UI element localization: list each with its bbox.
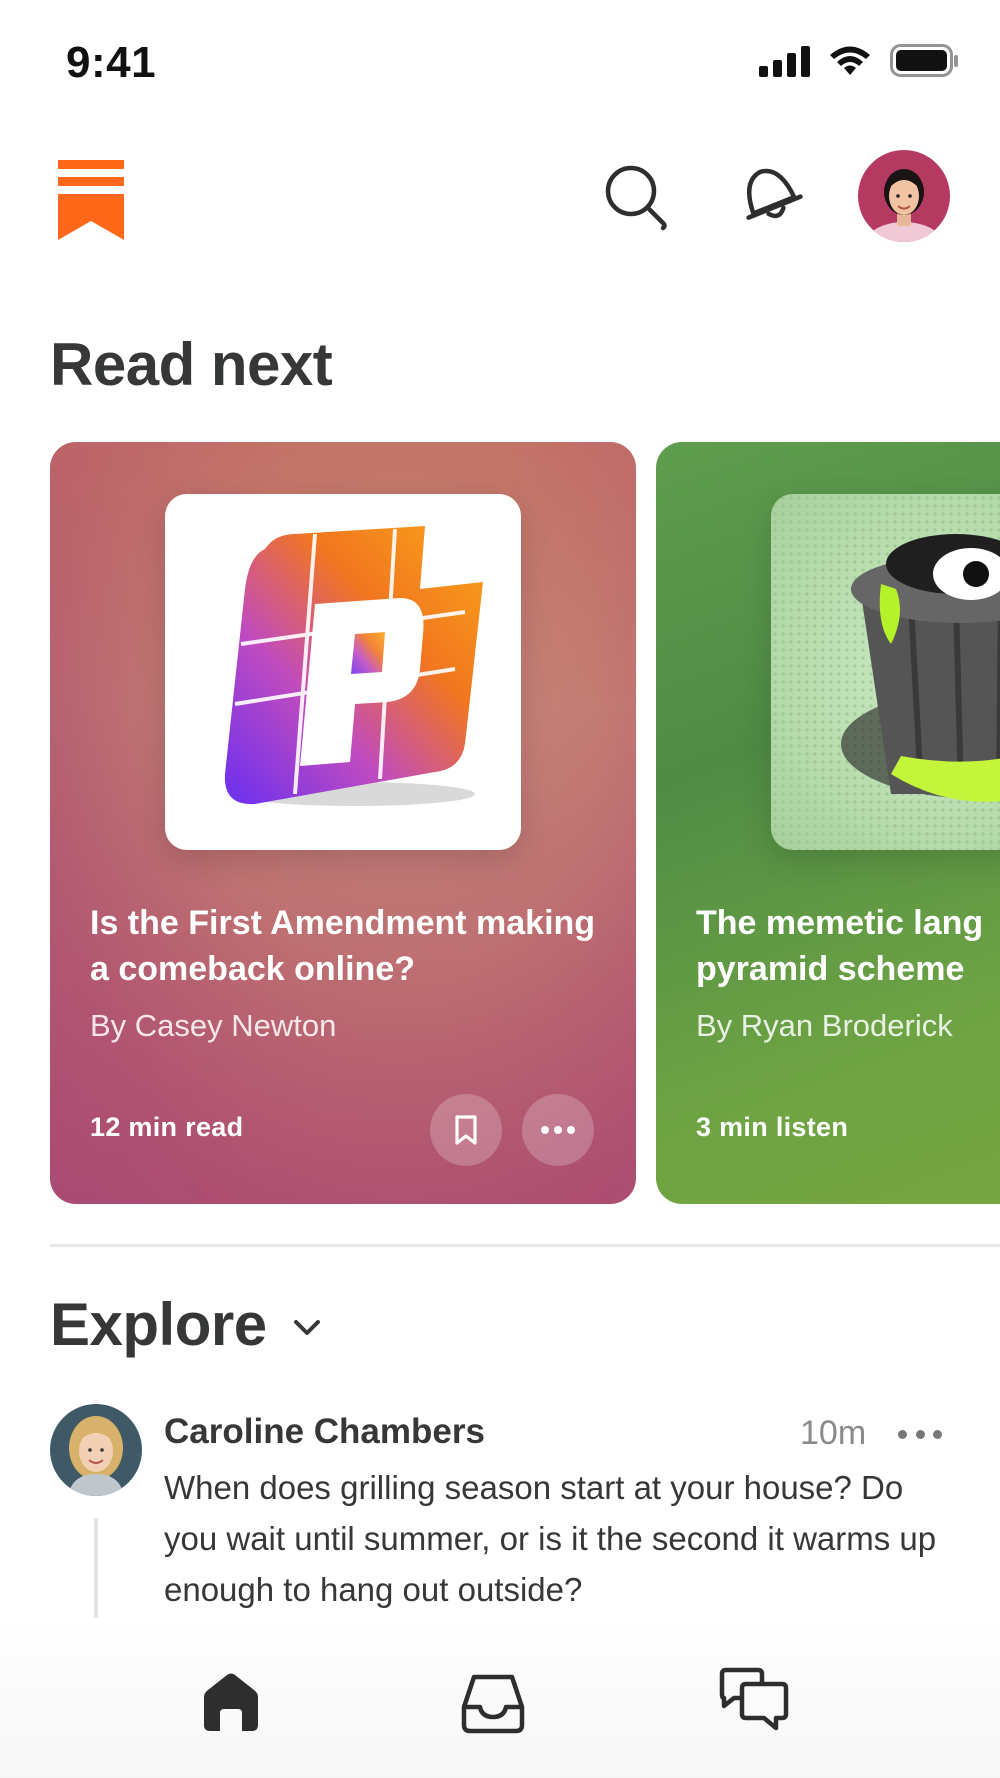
app-bar: [0, 150, 1000, 250]
post-author-avatar[interactable]: [50, 1404, 142, 1496]
top-actions: [590, 150, 950, 242]
status-time: 9:41: [66, 38, 157, 87]
card-title[interactable]: The memetic lang pyramid scheme: [696, 900, 1000, 992]
explore-title: Explore: [50, 1291, 267, 1358]
explore-header[interactable]: Explore: [50, 1290, 321, 1359]
read-next-card[interactable]: The memetic lang pyramid scheme By Ryan …: [656, 442, 1000, 1204]
battery-icon: [890, 44, 958, 77]
bottom-nav: [0, 1620, 1000, 1778]
bell-icon[interactable]: [724, 150, 816, 242]
card-author: By Ryan Broderick: [696, 1008, 953, 1043]
post-more-icon[interactable]: [898, 1418, 942, 1450]
substack-logo-icon[interactable]: [58, 160, 124, 245]
status-bar: 9:41: [0, 0, 1000, 130]
wifi-icon: [830, 46, 870, 75]
bookmark-icon: [455, 1115, 477, 1145]
section-divider: [50, 1244, 1000, 1247]
card-title[interactable]: Is the First Amendment making a comeback…: [90, 900, 610, 992]
search-icon[interactable]: [590, 150, 682, 242]
post-timestamp: 10m: [800, 1414, 867, 1452]
post-author-name[interactable]: Caroline Chambers: [164, 1412, 485, 1452]
home-icon[interactable]: [191, 1662, 271, 1742]
read-next-title: Read next: [50, 331, 333, 398]
thread-line: [94, 1518, 98, 1618]
status-icons: [759, 44, 960, 78]
chevron-down-icon: [293, 1319, 320, 1335]
card-listen-time: 3 min listen: [696, 1112, 849, 1142]
card-author: By Casey Newton: [90, 1008, 337, 1043]
trash-can-slime-art: [771, 494, 1000, 850]
chat-icon[interactable]: [714, 1662, 794, 1742]
bookmark-button[interactable]: [430, 1094, 502, 1166]
post-body[interactable]: When does grilling season start at your …: [164, 1462, 964, 1615]
read-next-carousel[interactable]: Is the First Amendment making a comeback…: [50, 442, 1000, 1207]
platformer-logo-art: [165, 494, 521, 850]
read-next-card[interactable]: Is the First Amendment making a comeback…: [50, 442, 636, 1204]
card-read-time: 12 min read: [90, 1112, 244, 1142]
profile-avatar[interactable]: [858, 150, 950, 242]
more-options-button[interactable]: [522, 1094, 594, 1166]
signal-icon: [759, 45, 810, 77]
inbox-icon[interactable]: [453, 1662, 533, 1742]
ellipsis-icon: [541, 1126, 575, 1134]
